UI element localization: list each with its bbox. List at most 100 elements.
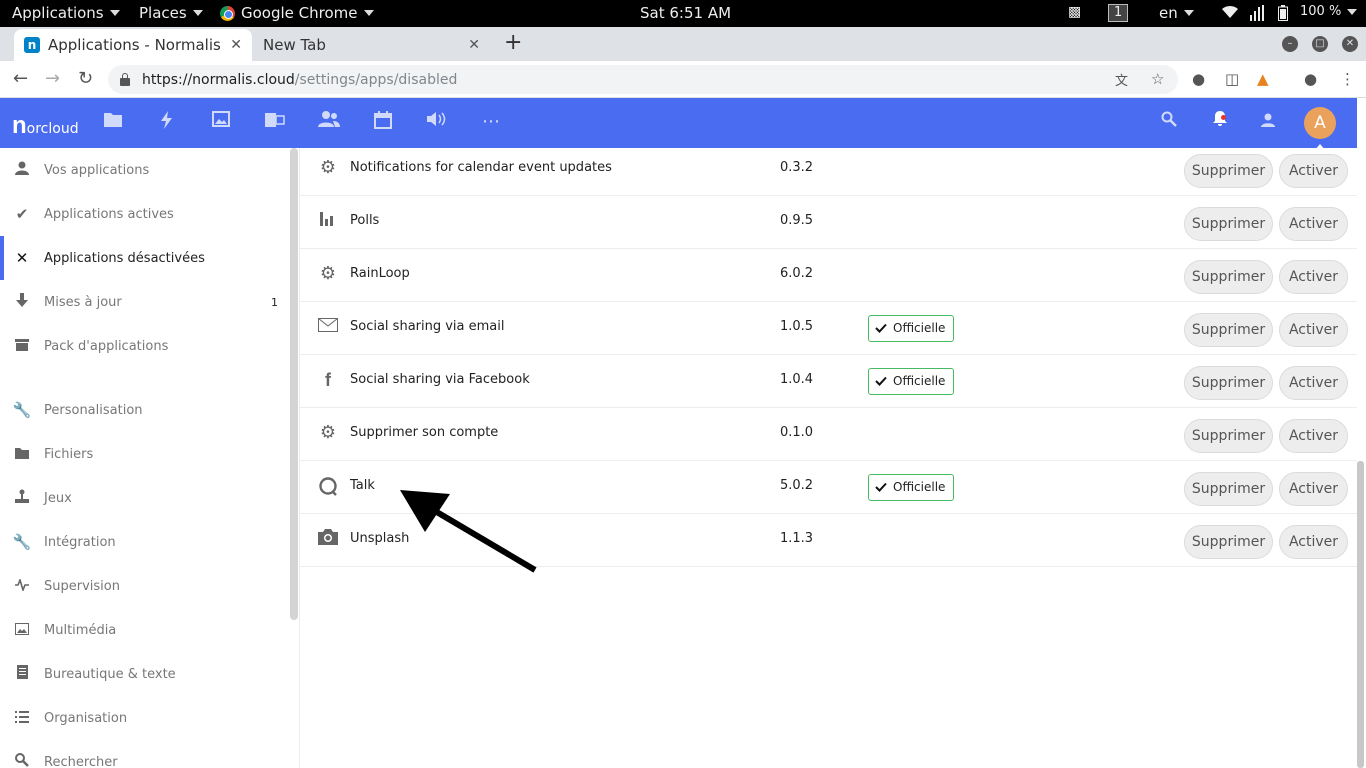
tab-strip: n Applications - Normalis ✕ New Tab ✕ + … (0, 27, 1366, 61)
official-label: Officielle (893, 374, 946, 388)
wifi-icon[interactable] (1221, 5, 1239, 19)
notification-dot (1221, 115, 1226, 120)
delete-button[interactable]: Supprimer (1184, 207, 1273, 241)
enable-button[interactable]: Activer (1279, 154, 1348, 188)
app-version: 1.1.3 (780, 531, 814, 546)
sidebar-item-label: Intégration (44, 534, 116, 550)
close-icon[interactable]: ✕ (230, 37, 242, 53)
app-row-delete-account: ⚙ Supprimer son compte 0.1.0 Supprimer A… (300, 408, 1357, 461)
office-icon[interactable] (264, 111, 286, 133)
sidebar-item-app-bundles[interactable]: Pack d'applications (0, 324, 290, 368)
sidebar-item-organization[interactable]: Organisation (0, 696, 290, 740)
search-icon[interactable] (1158, 111, 1180, 133)
contacts-menu-icon[interactable] (1259, 111, 1281, 133)
checkmark-icon (875, 323, 887, 333)
tab-label: New Tab (263, 36, 326, 54)
language-menu[interactable]: en (1159, 4, 1194, 22)
reload-icon[interactable]: ↻ (78, 68, 93, 89)
clock[interactable]: Sat 6:51 AM (640, 4, 731, 22)
url-host: https://normalis.cloud (142, 71, 295, 88)
app-name: Notifications for calendar event updates (350, 160, 612, 175)
sidebar-item-search[interactable]: Rechercher (0, 740, 290, 768)
sidebar-item-label: Fichiers (44, 446, 94, 462)
app-name: Social sharing via Facebook (350, 372, 530, 387)
applications-menu[interactable]: Applications (12, 4, 120, 22)
close-window-icon[interactable]: ✕ (1342, 36, 1358, 52)
sidebar-item-integration[interactable]: 🔧 Intégration (0, 520, 290, 564)
content-scrollbar[interactable] (1357, 461, 1364, 768)
facebook-icon: f (325, 370, 331, 390)
chevron-down-icon (363, 10, 374, 16)
enable-button[interactable]: Activer (1279, 419, 1348, 453)
delete-button[interactable]: Supprimer (1184, 260, 1273, 294)
delete-button[interactable]: Supprimer (1184, 419, 1273, 453)
wrench-icon: 🔧 (12, 401, 32, 419)
system-top-bar: Applications Places Google Chrome Sat 6:… (0, 0, 1366, 27)
sidebar-item-monitoring[interactable]: Supervision (0, 564, 290, 608)
translate-icon[interactable]: 文 (1115, 70, 1128, 89)
places-menu[interactable]: Places (139, 4, 203, 22)
enable-button[interactable]: Activer (1279, 260, 1348, 294)
app-name: Social sharing via email (350, 319, 505, 334)
photos-icon[interactable] (210, 111, 232, 133)
sidebar-item-office[interactable]: Bureautique & texte (0, 652, 290, 696)
sidebar-item-customization[interactable]: 🔧 Personalisation (0, 388, 290, 432)
star-icon[interactable]: ☆ (1151, 70, 1164, 88)
contacts-icon[interactable] (318, 111, 340, 133)
sidebar-item-active-apps[interactable]: ✔ Applications actives (0, 192, 290, 236)
enable-button[interactable]: Activer (1279, 207, 1348, 241)
app-list: ⚙ Notifications for calendar event updat… (300, 148, 1357, 768)
forward-arrow-icon[interactable]: → (45, 68, 60, 89)
tab-applications[interactable]: n Applications - Normalis ✕ (14, 29, 252, 61)
signal-icon[interactable] (1250, 5, 1264, 21)
sidebar-item-your-apps[interactable]: Vos applications (0, 148, 290, 192)
delete-button[interactable]: Supprimer (1184, 472, 1273, 506)
sidebar-item-multimedia[interactable]: Multimédia (0, 608, 290, 652)
delete-button[interactable]: Supprimer (1184, 525, 1273, 559)
download-icon (0, 293, 44, 311)
screen-share-icon[interactable]: ▩ (1068, 4, 1081, 20)
maximize-icon[interactable]: □ (1312, 36, 1328, 52)
extension-icon[interactable]: ● (1192, 70, 1205, 88)
sidebar-item-disabled-apps[interactable]: ✕ Applications désactivées (0, 236, 290, 280)
profile-icon[interactable]: ● (1304, 70, 1317, 88)
list-icon (0, 709, 44, 727)
close-icon[interactable]: ✕ (468, 37, 480, 53)
menu-icon[interactable]: ⋮ (1340, 70, 1355, 88)
sidebar-item-games[interactable]: Jeux (0, 476, 290, 520)
logo[interactable]: n orcloud (12, 112, 79, 140)
sidebar-item-files[interactable]: Fichiers (0, 432, 290, 476)
app-version: 0.3.2 (780, 160, 814, 175)
enable-button[interactable]: Activer (1279, 472, 1348, 506)
camera-icon (318, 529, 338, 549)
delete-button[interactable]: Supprimer (1184, 313, 1273, 347)
enable-button[interactable]: Activer (1279, 366, 1348, 400)
notifications-icon[interactable] (1209, 111, 1231, 133)
clock-label: Sat 6:51 AM (640, 4, 732, 22)
battery-menu[interactable]: 100 % (1300, 4, 1358, 19)
tab-new-tab[interactable]: New Tab ✕ (252, 29, 490, 61)
talk-icon (318, 476, 338, 496)
official-badge: Officielle (868, 474, 955, 501)
calendar-icon[interactable] (372, 111, 394, 133)
audio-icon[interactable] (426, 111, 448, 133)
cube-icon[interactable]: ◫ (1225, 70, 1239, 88)
battery-icon[interactable] (1278, 5, 1288, 21)
sidebar-scrollbar[interactable] (290, 148, 298, 620)
app-menu[interactable]: Google Chrome (220, 4, 374, 22)
metamask-icon[interactable]: ▲ (1257, 70, 1269, 88)
address-bar[interactable]: https://normalis.cloud/settings/apps/dis… (108, 65, 1178, 94)
more-apps-icon[interactable]: ⋯ (480, 111, 502, 133)
activity-icon[interactable] (156, 111, 178, 133)
minimize-icon[interactable]: – (1282, 36, 1298, 52)
files-icon[interactable] (102, 111, 124, 133)
enable-button[interactable]: Activer (1279, 525, 1348, 559)
delete-button[interactable]: Supprimer (1184, 154, 1273, 188)
workspace-indicator[interactable]: 1 (1108, 4, 1129, 22)
enable-button[interactable]: Activer (1279, 313, 1348, 347)
new-tab-button[interactable]: + (504, 30, 522, 55)
avatar[interactable]: A (1304, 107, 1336, 150)
back-arrow-icon[interactable]: ← (13, 68, 28, 89)
delete-button[interactable]: Supprimer (1184, 366, 1273, 400)
sidebar-item-updates[interactable]: Mises à jour 1 (0, 280, 290, 324)
